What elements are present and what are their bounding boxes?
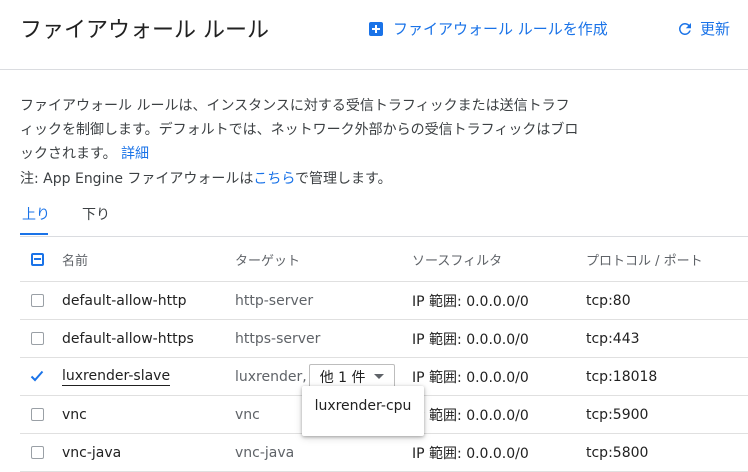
- page-header: ファイアウォール ルール ファイアウォール ルールを作成 更新: [0, 0, 748, 70]
- description-text: ファイアウォール ルールは、インスタンスに対する受信トラフィックまたは送信トラフ…: [20, 98, 579, 162]
- add-icon: [369, 21, 383, 36]
- rule-protocol: tcp:18018: [586, 368, 658, 385]
- page-title: ファイアウォール ルール: [20, 18, 269, 43]
- rule-protocol: tcp:80: [586, 292, 631, 309]
- rule-name[interactable]: vnc: [62, 396, 87, 433]
- column-header-name[interactable]: 名前: [62, 237, 88, 281]
- select-all-checkbox[interactable]: [31, 252, 44, 266]
- create-firewall-rule-button[interactable]: ファイアウォール ルールを作成: [369, 18, 608, 39]
- detail-link[interactable]: 詳細: [121, 146, 149, 162]
- refresh-label: 更新: [700, 20, 731, 38]
- row-checkbox[interactable]: [31, 294, 44, 307]
- column-header-source[interactable]: ソースフィルタ: [412, 237, 502, 281]
- rule-source: IP 範囲: 0.0.0.0/0: [412, 293, 529, 310]
- tab-egress[interactable]: 下り: [82, 204, 110, 232]
- column-header-target[interactable]: ターゲット: [235, 237, 300, 281]
- firewall-rules-table: 名前 ターゲット ソースフィルタ プロトコル / ポート default-all…: [20, 236, 748, 472]
- note-suffix: で管理します。: [295, 171, 392, 187]
- table-header-row: 名前 ターゲット ソースフィルタ プロトコル / ポート: [20, 237, 748, 282]
- rule-target: https-server: [235, 330, 321, 347]
- rule-target: http-server: [235, 292, 314, 309]
- rule-name[interactable]: default-allow-http: [62, 282, 186, 319]
- note-link[interactable]: こちら: [253, 171, 295, 187]
- rule-name[interactable]: vnc-java: [62, 434, 121, 471]
- caret-down-icon: [373, 374, 384, 379]
- row-checkbox[interactable]: [31, 408, 44, 421]
- app-engine-note: 注: App Engine ファイアウォールはこちらで管理します。: [20, 168, 392, 188]
- create-firewall-rule-label: ファイアウォール ルールを作成: [393, 20, 608, 38]
- table-row[interactable]: default-allow-https https-server IP 範囲: …: [20, 320, 748, 358]
- rule-target: luxrender,: [235, 368, 307, 385]
- rule-name[interactable]: default-allow-https: [62, 320, 194, 357]
- tab-ingress[interactable]: 上り: [22, 204, 50, 232]
- rule-protocol: tcp:5800: [586, 444, 649, 461]
- rule-source: IP 範囲: 0.0.0.0/0: [412, 445, 529, 462]
- table-row[interactable]: default-allow-http http-server IP 範囲: 0.…: [20, 282, 748, 320]
- note-prefix: 注: App Engine ファイアウォールは: [20, 171, 254, 187]
- column-header-protocol[interactable]: プロトコル / ポート: [586, 237, 703, 281]
- rule-protocol: tcp:443: [586, 330, 640, 347]
- target-more-label: 他 1 件: [319, 369, 366, 386]
- target-more-menu: luxrender-cpu: [302, 386, 424, 436]
- rule-name[interactable]: luxrender-slave: [62, 368, 171, 386]
- rule-protocol: tcp:5900: [586, 406, 649, 423]
- refresh-icon: [678, 22, 691, 35]
- description: ファイアウォール ルールは、インスタンスに対する受信トラフィックまたは送信トラフ…: [20, 94, 580, 166]
- active-tab-indicator: [20, 233, 48, 235]
- table-row[interactable]: vnc-java vnc-java IP 範囲: 0.0.0.0/0 tcp:5…: [20, 434, 748, 472]
- rule-target: vnc-java: [235, 444, 295, 461]
- rule-source: IP 範囲: 0.0.0.0/0: [412, 369, 529, 386]
- row-checkbox[interactable]: [30, 370, 44, 383]
- rule-source: IP 範囲: 0.0.0.0/0: [412, 331, 529, 348]
- rule-source: IP 範囲: 0.0.0.0/0: [412, 407, 529, 424]
- checkmark-icon: [30, 370, 44, 382]
- rule-target: vnc: [235, 406, 260, 423]
- row-checkbox[interactable]: [31, 332, 44, 345]
- menu-item-target[interactable]: luxrender-cpu: [302, 398, 424, 414]
- refresh-button[interactable]: 更新: [676, 18, 730, 39]
- row-checkbox[interactable]: [31, 446, 44, 459]
